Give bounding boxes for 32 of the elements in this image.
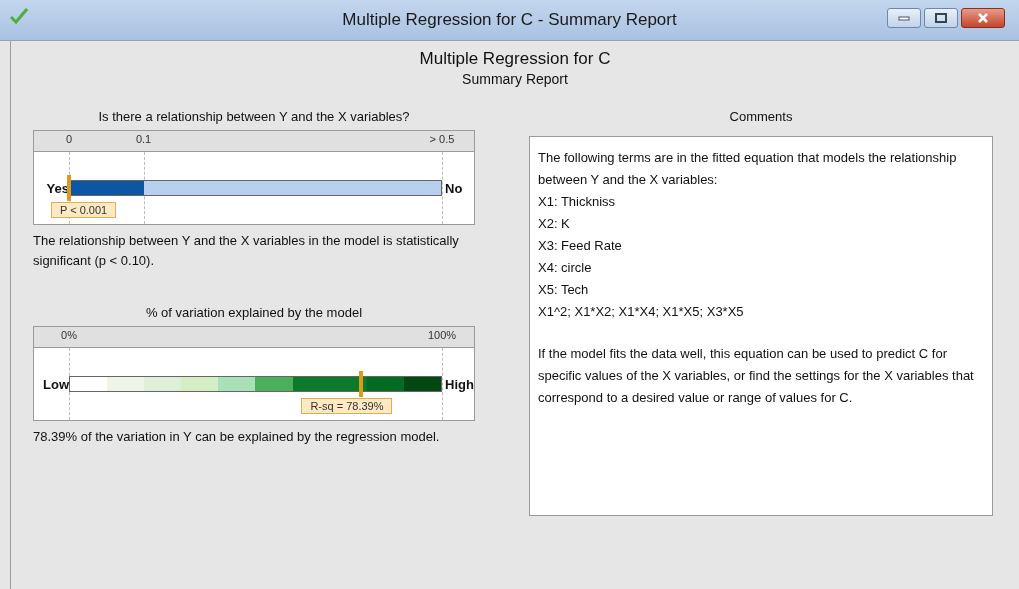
axis-tick-label: 0	[65, 133, 73, 145]
scale-end-label: High	[444, 376, 474, 392]
comment-text: X1: Thickniss	[538, 193, 617, 211]
chart-title: % of variation explained by the model	[144, 305, 364, 320]
axis-tick-label: 100%	[427, 329, 457, 341]
comment-text: The following terms are in the fitted equation that models the relationship between Y and the X variables:	[538, 149, 958, 189]
scale-end-label: No	[444, 180, 464, 196]
comment-text: X5: Tech	[538, 281, 590, 299]
comment-text: X3: Feed Rate	[538, 237, 623, 255]
scale-end-label: Low	[42, 376, 69, 392]
close-icon	[977, 13, 989, 23]
chart-title: Is there a relationship between Y and the X variables?	[97, 109, 411, 124]
report-title: Multiple Regression for C	[418, 49, 612, 69]
comment-text: X1^2; X1*X2; X1*X4; X1*X5; X3*X5	[538, 303, 745, 321]
comment-text: X4: circle	[538, 259, 593, 277]
value-label: R-sq = 78.39%	[301, 398, 393, 414]
minimize-icon	[898, 15, 910, 21]
checkmark-icon	[10, 8, 28, 24]
comments-title: Comments	[728, 109, 794, 124]
conclusion-text: The relationship between Y and the X variables in the model is statistically significant (p < 0.10).	[33, 232, 460, 270]
axis-tick-label: 0%	[61, 329, 77, 341]
maximize-button[interactable]	[924, 8, 958, 28]
close-button[interactable]	[961, 8, 1005, 28]
report-subtitle: Summary Report	[461, 71, 569, 87]
comment-text: X2: K	[538, 215, 571, 233]
axis-tick-label: 0.1	[135, 133, 152, 145]
conclusion-text: 78.39% of the variation in Y can be explained by the regression model.	[33, 428, 441, 446]
window-title: Multiple Regression for C - Summary Report	[342, 10, 677, 30]
value-label: P < 0.001	[51, 202, 117, 218]
axis-tick-label: > 0.5	[429, 133, 455, 145]
comment-text: If the model fits the data well, this equation can be used to predict C for specific values of the X variables, or find the settings for the X variables that correspond to a desired value or range of values for C.	[538, 345, 975, 407]
maximize-icon	[935, 13, 947, 23]
